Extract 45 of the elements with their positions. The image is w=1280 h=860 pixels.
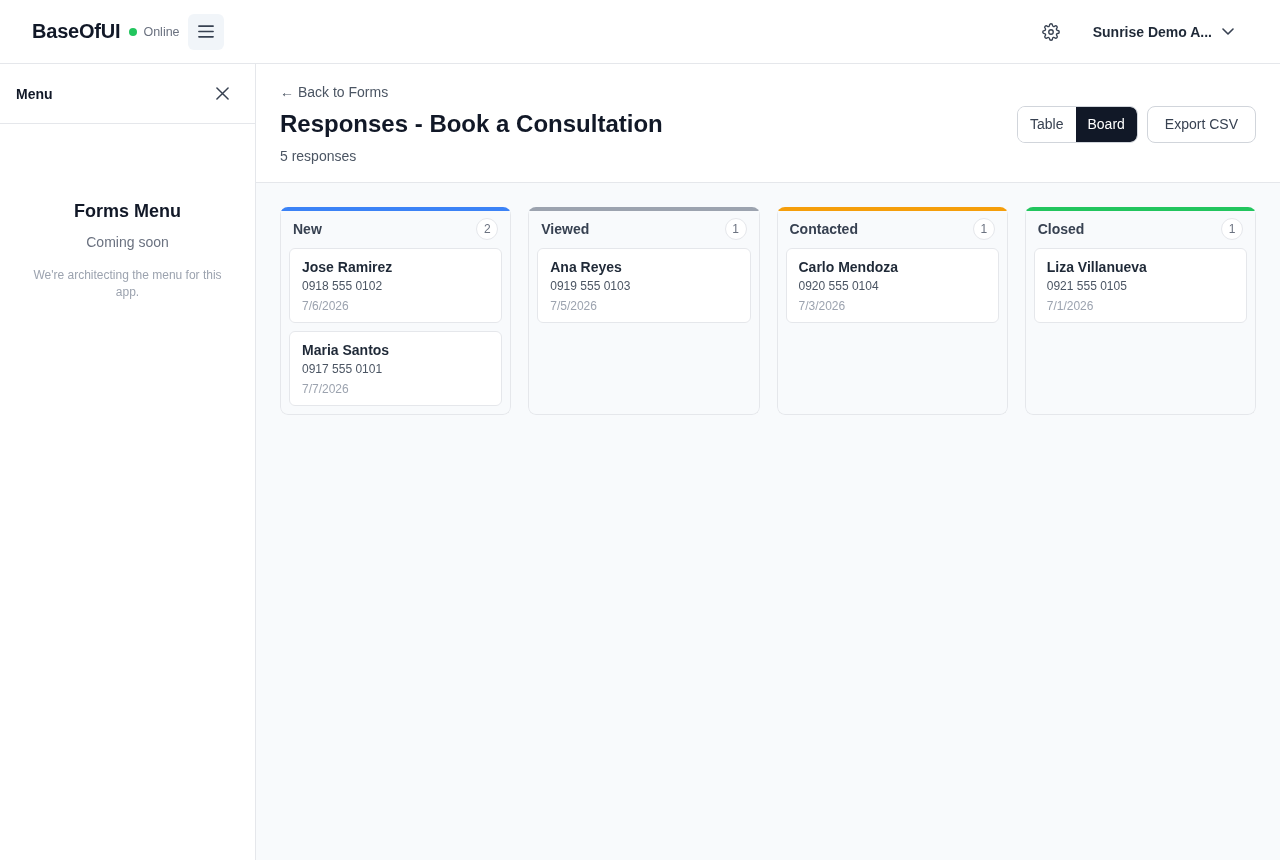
column-count-badge: 1: [972, 218, 995, 240]
card-phone: 0919 555 0103: [550, 278, 631, 295]
close-icon: [215, 87, 229, 100]
response-card[interactable]: Carlo Mendoza 0920 555 0104 7/3/2026: [785, 248, 999, 323]
card-date: 7/1/2026: [1046, 298, 1094, 315]
card-name: Maria Santos: [302, 341, 390, 360]
menu-icon: [197, 25, 214, 38]
response-card[interactable]: Liza Villanueva 0921 555 0105 7/1/2026: [1033, 248, 1247, 323]
card-phone: 0921 555 0105: [1046, 278, 1127, 295]
card-phone: 0918 555 0102: [302, 278, 383, 295]
account-menu-button[interactable]: Sunrise Demo A...: [1080, 15, 1246, 48]
export-csv-button[interactable]: Export CSV: [1146, 105, 1256, 143]
response-card[interactable]: Jose Ramirez 0918 555 0102 7/6/2026: [289, 248, 503, 323]
sidebar-subheading: Coming soon: [85, 233, 170, 252]
card-date: 7/3/2026: [798, 298, 846, 315]
card-phone: 0920 555 0104: [798, 278, 879, 295]
column-count-badge: 1: [1221, 218, 1243, 240]
card-name: Ana Reyes: [550, 258, 622, 277]
card-date: 7/7/2026: [302, 381, 349, 398]
app-logo: BaseOfUI: [32, 20, 121, 43]
sidebar-heading: Forms Menu: [73, 200, 182, 223]
column-title: Contacted: [789, 221, 858, 237]
card-date: 7/6/2026: [302, 298, 349, 315]
page-title: Responses - Book a Consultation: [280, 109, 663, 139]
card-name: Jose Ramirez: [302, 258, 393, 277]
column-count-badge: 2: [476, 218, 499, 240]
card-date: 7/5/2026: [550, 298, 597, 315]
response-card[interactable]: Maria Santos 0917 555 0101 7/7/2026: [289, 331, 503, 406]
view-tab[interactable]: Board: [1075, 106, 1137, 142]
response-card[interactable]: Ana Reyes 0919 555 0103 7/5/2026: [537, 248, 751, 323]
column-title: Closed: [1037, 221, 1085, 237]
card-name: Carlo Mendoza: [798, 258, 899, 277]
settings-icon: [1041, 22, 1060, 41]
column-title: New: [293, 221, 322, 237]
card-phone: 0917 555 0101: [302, 361, 383, 378]
status-label: Online: [143, 24, 180, 39]
chevron-down-icon: [1222, 28, 1234, 35]
back-link[interactable]: ← Back to Forms: [280, 82, 389, 102]
sidebar-note: We're architecting the menu for this app.: [32, 267, 223, 301]
column-count-badge: 1: [724, 218, 747, 240]
sidebar-title: Menu: [16, 85, 53, 102]
menu-button[interactable]: [187, 13, 224, 50]
response-count: 5 responses: [280, 147, 357, 166]
card-name: Liza Villanueva: [1046, 258, 1147, 277]
column-title: Viewed: [541, 221, 590, 237]
